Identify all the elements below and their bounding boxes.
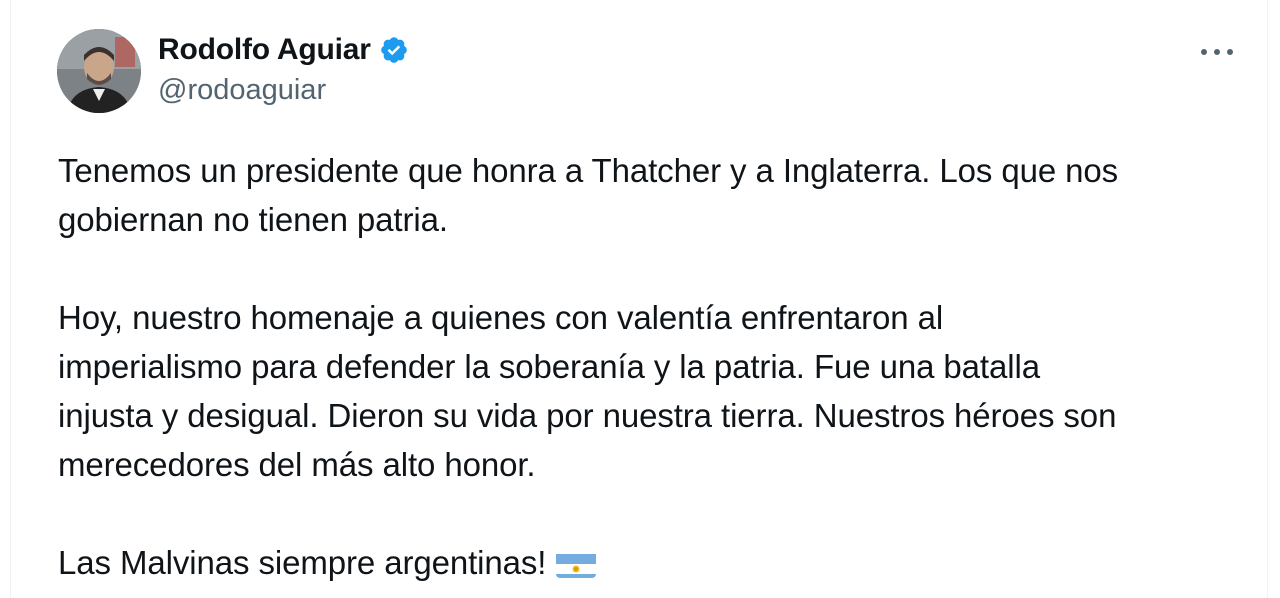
tweet-paragraph-2: Hoy, nuestro homenaje a quienes con vale… (58, 299, 1117, 483)
author-name-row: Rodolfo Aguiar (158, 30, 409, 70)
tweet-paragraph-1: Tenemos un presidente que honra a Thatch… (58, 152, 1119, 238)
argentina-flag-emoji (556, 548, 597, 578)
tweet-paragraph-3: Las Malvinas siempre argentinas! (58, 538, 1258, 587)
author-display-name[interactable]: Rodolfo Aguiar (158, 33, 371, 67)
tweet-card[interactable]: Rodolfo Aguiar @rodoaguiar Tenemos un pr… (10, 0, 1268, 598)
verified-badge-icon[interactable] (379, 35, 409, 65)
more-options-icon[interactable] (1197, 38, 1237, 66)
author-avatar[interactable] (57, 29, 141, 113)
user-avatar-image (57, 29, 141, 113)
tweet-text: Tenemos un presidente que honra a Thatch… (58, 146, 1258, 587)
tweet-paragraph-3-text: Las Malvinas siempre argentinas! (58, 544, 547, 581)
author-handle[interactable]: @rodoaguiar (158, 74, 326, 107)
